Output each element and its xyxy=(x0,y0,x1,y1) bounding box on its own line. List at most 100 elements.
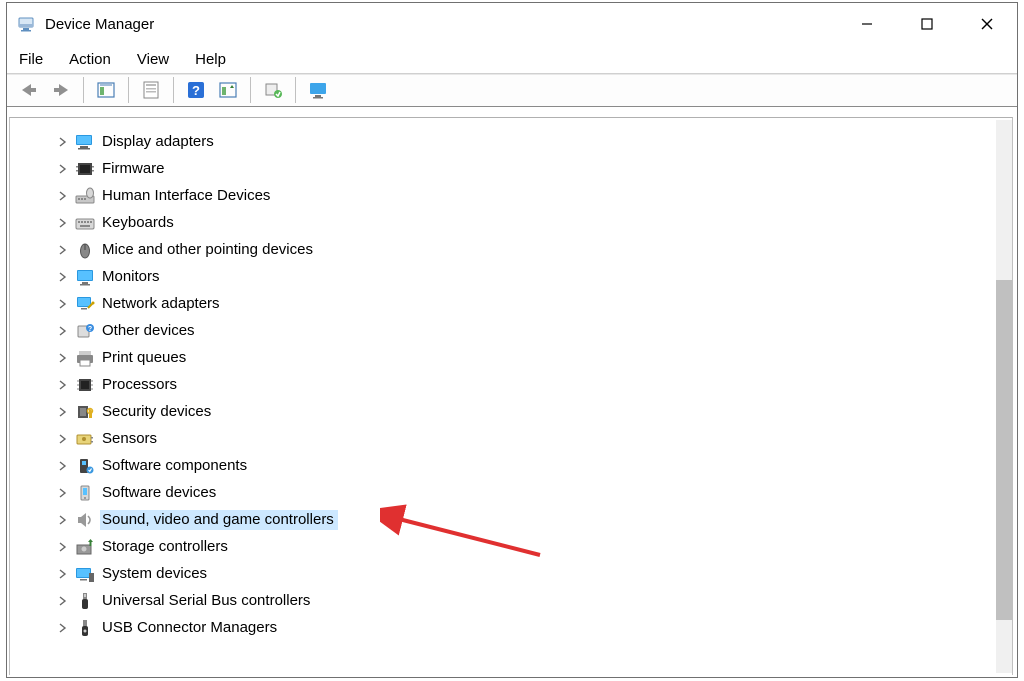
expander-icon[interactable] xyxy=(56,272,70,282)
tree-item-label: Print queues xyxy=(100,348,190,368)
menu-bar: File Action View Help xyxy=(7,45,1017,73)
tree-item[interactable]: ?Other devices xyxy=(56,317,1012,344)
usb-icon xyxy=(74,591,96,611)
expander-icon[interactable] xyxy=(56,191,70,201)
maximize-button[interactable] xyxy=(897,3,957,45)
tree-item-label: Storage controllers xyxy=(100,537,232,557)
menu-file[interactable]: File xyxy=(17,49,45,70)
tree-item-label: Sensors xyxy=(100,429,161,449)
expander-icon[interactable] xyxy=(56,515,70,525)
back-button[interactable] xyxy=(15,76,43,104)
tree-item-label: Firmware xyxy=(100,159,169,179)
toolbar-separator xyxy=(128,77,129,103)
tree-item[interactable]: Security devices xyxy=(56,398,1012,425)
menu-action[interactable]: Action xyxy=(67,49,113,70)
toolbar-separator xyxy=(83,77,84,103)
keyboard-icon xyxy=(74,213,96,233)
expander-icon[interactable] xyxy=(56,542,70,552)
tree-item[interactable]: Sound, video and game controllers xyxy=(56,506,1012,533)
scan-hardware-button[interactable] xyxy=(214,76,242,104)
tree-item-label: Security devices xyxy=(100,402,215,422)
window-title: Device Manager xyxy=(45,16,154,33)
tree-item[interactable]: Processors xyxy=(56,371,1012,398)
scrollbar[interactable] xyxy=(996,120,1012,673)
menu-view[interactable]: View xyxy=(135,49,171,70)
mouse-icon xyxy=(74,240,96,260)
tree-item-label: USB Connector Managers xyxy=(100,618,281,638)
software-device-icon xyxy=(74,483,96,503)
forward-button[interactable] xyxy=(47,76,75,104)
expander-icon[interactable] xyxy=(56,245,70,255)
tree-item-label: Mice and other pointing devices xyxy=(100,240,317,260)
tree-item-label: System devices xyxy=(100,564,211,584)
tree-item-label: Monitors xyxy=(100,267,164,287)
expander-icon[interactable] xyxy=(56,407,70,417)
tree-item-label: Sound, video and game controllers xyxy=(100,510,338,530)
tree-item-label: Universal Serial Bus controllers xyxy=(100,591,314,611)
properties-button[interactable] xyxy=(137,76,165,104)
tree-item[interactable]: Storage controllers xyxy=(56,533,1012,560)
storage-icon xyxy=(74,537,96,557)
expander-icon[interactable] xyxy=(56,299,70,309)
expander-icon[interactable] xyxy=(56,164,70,174)
tree-item[interactable]: System devices xyxy=(56,560,1012,587)
tree-item[interactable]: Mice and other pointing devices xyxy=(56,236,1012,263)
update-driver-button[interactable] xyxy=(259,76,287,104)
tree-item[interactable]: Universal Serial Bus controllers xyxy=(56,587,1012,614)
tree-item-label: Keyboards xyxy=(100,213,178,233)
system-icon xyxy=(74,564,96,584)
tree-item[interactable]: Print queues xyxy=(56,344,1012,371)
tree-item[interactable]: Display adapters xyxy=(56,128,1012,155)
tree-item-label: Other devices xyxy=(100,321,199,341)
expander-icon[interactable] xyxy=(56,353,70,363)
help-button[interactable]: ? xyxy=(182,76,210,104)
expander-icon[interactable] xyxy=(56,596,70,606)
expander-icon[interactable] xyxy=(56,488,70,498)
window-controls xyxy=(837,3,1017,45)
expander-icon[interactable] xyxy=(56,623,70,633)
svg-text:?: ? xyxy=(192,83,200,98)
expander-icon[interactable] xyxy=(56,137,70,147)
expander-icon[interactable] xyxy=(56,434,70,444)
tree-item[interactable]: USB Connector Managers xyxy=(56,614,1012,641)
close-button[interactable] xyxy=(957,3,1017,45)
titlebar[interactable]: Device Manager xyxy=(7,3,1017,45)
menu-help[interactable]: Help xyxy=(193,49,228,70)
software-component-icon xyxy=(74,456,96,476)
toolbar-separator xyxy=(173,77,174,103)
expander-icon[interactable] xyxy=(56,380,70,390)
expander-icon[interactable] xyxy=(56,569,70,579)
tree-item[interactable]: Software components xyxy=(56,452,1012,479)
sensor-icon xyxy=(74,429,96,449)
show-hidden-button[interactable] xyxy=(92,76,120,104)
sound-icon xyxy=(74,510,96,530)
app-icon xyxy=(17,15,35,33)
toolbar: ? xyxy=(7,73,1017,107)
scrollbar-thumb[interactable] xyxy=(996,280,1012,620)
tree-item[interactable]: Firmware xyxy=(56,155,1012,182)
tree-item[interactable]: Keyboards xyxy=(56,209,1012,236)
minimize-button[interactable] xyxy=(837,3,897,45)
security-icon xyxy=(74,402,96,422)
tree-item-label: Processors xyxy=(100,375,181,395)
tree-item[interactable]: Human Interface Devices xyxy=(56,182,1012,209)
tree-view[interactable]: Display adapters Firmware Human Interface … xyxy=(9,117,1013,675)
monitor-button[interactable] xyxy=(304,76,332,104)
printer-icon xyxy=(74,348,96,368)
tree-item[interactable]: Software devices xyxy=(56,479,1012,506)
toolbar-separator xyxy=(295,77,296,103)
processor-icon xyxy=(74,375,96,395)
monitor-icon xyxy=(74,267,96,287)
expander-icon[interactable] xyxy=(56,461,70,471)
tree-item[interactable]: Sensors xyxy=(56,425,1012,452)
expander-icon[interactable] xyxy=(56,326,70,336)
other-device-icon: ? xyxy=(74,321,96,341)
tree-item-label: Human Interface Devices xyxy=(100,186,274,206)
expander-icon[interactable] xyxy=(56,218,70,228)
tree-item[interactable]: Network adapters xyxy=(56,290,1012,317)
tree-item[interactable]: Monitors xyxy=(56,263,1012,290)
tree-item-label: Software components xyxy=(100,456,251,476)
usb-connector-icon xyxy=(74,618,96,638)
tree-item-label: Network adapters xyxy=(100,294,224,314)
network-icon xyxy=(74,294,96,314)
